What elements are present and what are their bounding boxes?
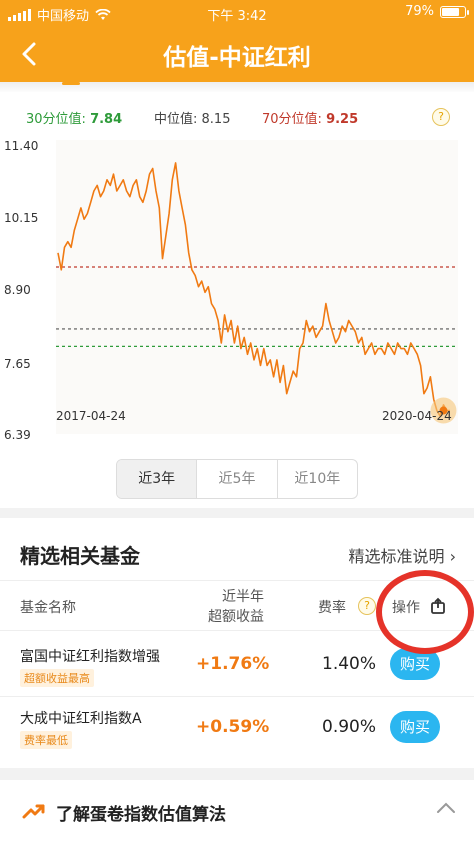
- chevron-up-icon[interactable]: [436, 800, 456, 814]
- funds-section-title: 精选相关基金: [20, 544, 140, 568]
- range-tabs: 近3年 近5年 近10年: [116, 459, 358, 499]
- fund-tag: 费率最低: [20, 731, 72, 749]
- chart-plot-area: [56, 140, 458, 434]
- fund-name[interactable]: 富国中证红利指数增强: [20, 646, 160, 666]
- legend-p70: 70分位值: 9.25: [262, 112, 359, 127]
- y-tick-label: 10.15: [4, 211, 39, 225]
- col-header-name: 基金名称: [20, 600, 76, 616]
- col-header-gain-1: 近半年: [222, 589, 264, 605]
- fund-tag: 超额收益最高: [20, 669, 94, 687]
- learn-valuation-link[interactable]: 了解蛋卷指数估值算法: [56, 800, 226, 825]
- trend-icon: [22, 804, 45, 819]
- status-time: 下午 3:42: [207, 9, 267, 24]
- divider: [0, 696, 474, 697]
- fund-gain: +1.76%: [196, 654, 270, 674]
- fund-fee: 1.40%: [322, 654, 377, 674]
- legend-median: 中位值: 8.15: [154, 112, 231, 127]
- fee-help-icon[interactable]: ?: [358, 597, 376, 615]
- nav-accent: [62, 82, 80, 85]
- criteria-link[interactable]: 精选标准说明 ›: [349, 543, 457, 567]
- highlight-circle: [376, 570, 474, 654]
- x-start-label: 2017-04-24: [56, 409, 126, 423]
- x-end-label: 2020-04-24: [382, 409, 452, 423]
- legend-p30: 30分位值: 7.84: [26, 112, 123, 127]
- battery-percent: 79%: [405, 4, 434, 19]
- tab-10y[interactable]: 近10年: [276, 460, 357, 498]
- status-bar: 中国移动 下午 3:42 79%: [0, 0, 474, 26]
- nav-bar: 估值-中证红利: [0, 26, 474, 82]
- tab-3y[interactable]: 近3年: [117, 460, 197, 498]
- fund-name[interactable]: 大成中证红利指数A: [20, 708, 142, 728]
- buy-button[interactable]: 购买: [390, 711, 440, 743]
- y-tick-label: 6.39: [4, 428, 31, 442]
- col-header-gain-2: 超额收益: [208, 609, 264, 625]
- valuation-line-chart[interactable]: [56, 140, 458, 434]
- y-tick-label: 11.40: [4, 139, 39, 153]
- legend-help-icon[interactable]: ?: [432, 108, 450, 126]
- col-header-fee: 费率: [318, 600, 346, 616]
- y-tick-label: 7.65: [4, 357, 31, 371]
- fund-gain: +0.59%: [196, 717, 270, 737]
- fund-fee: 0.90%: [322, 717, 377, 737]
- tab-5y[interactable]: 近5年: [196, 460, 276, 498]
- page-title: 估值-中证红利: [163, 45, 311, 71]
- battery-icon: [440, 5, 469, 18]
- y-tick-label: 8.90: [4, 283, 31, 297]
